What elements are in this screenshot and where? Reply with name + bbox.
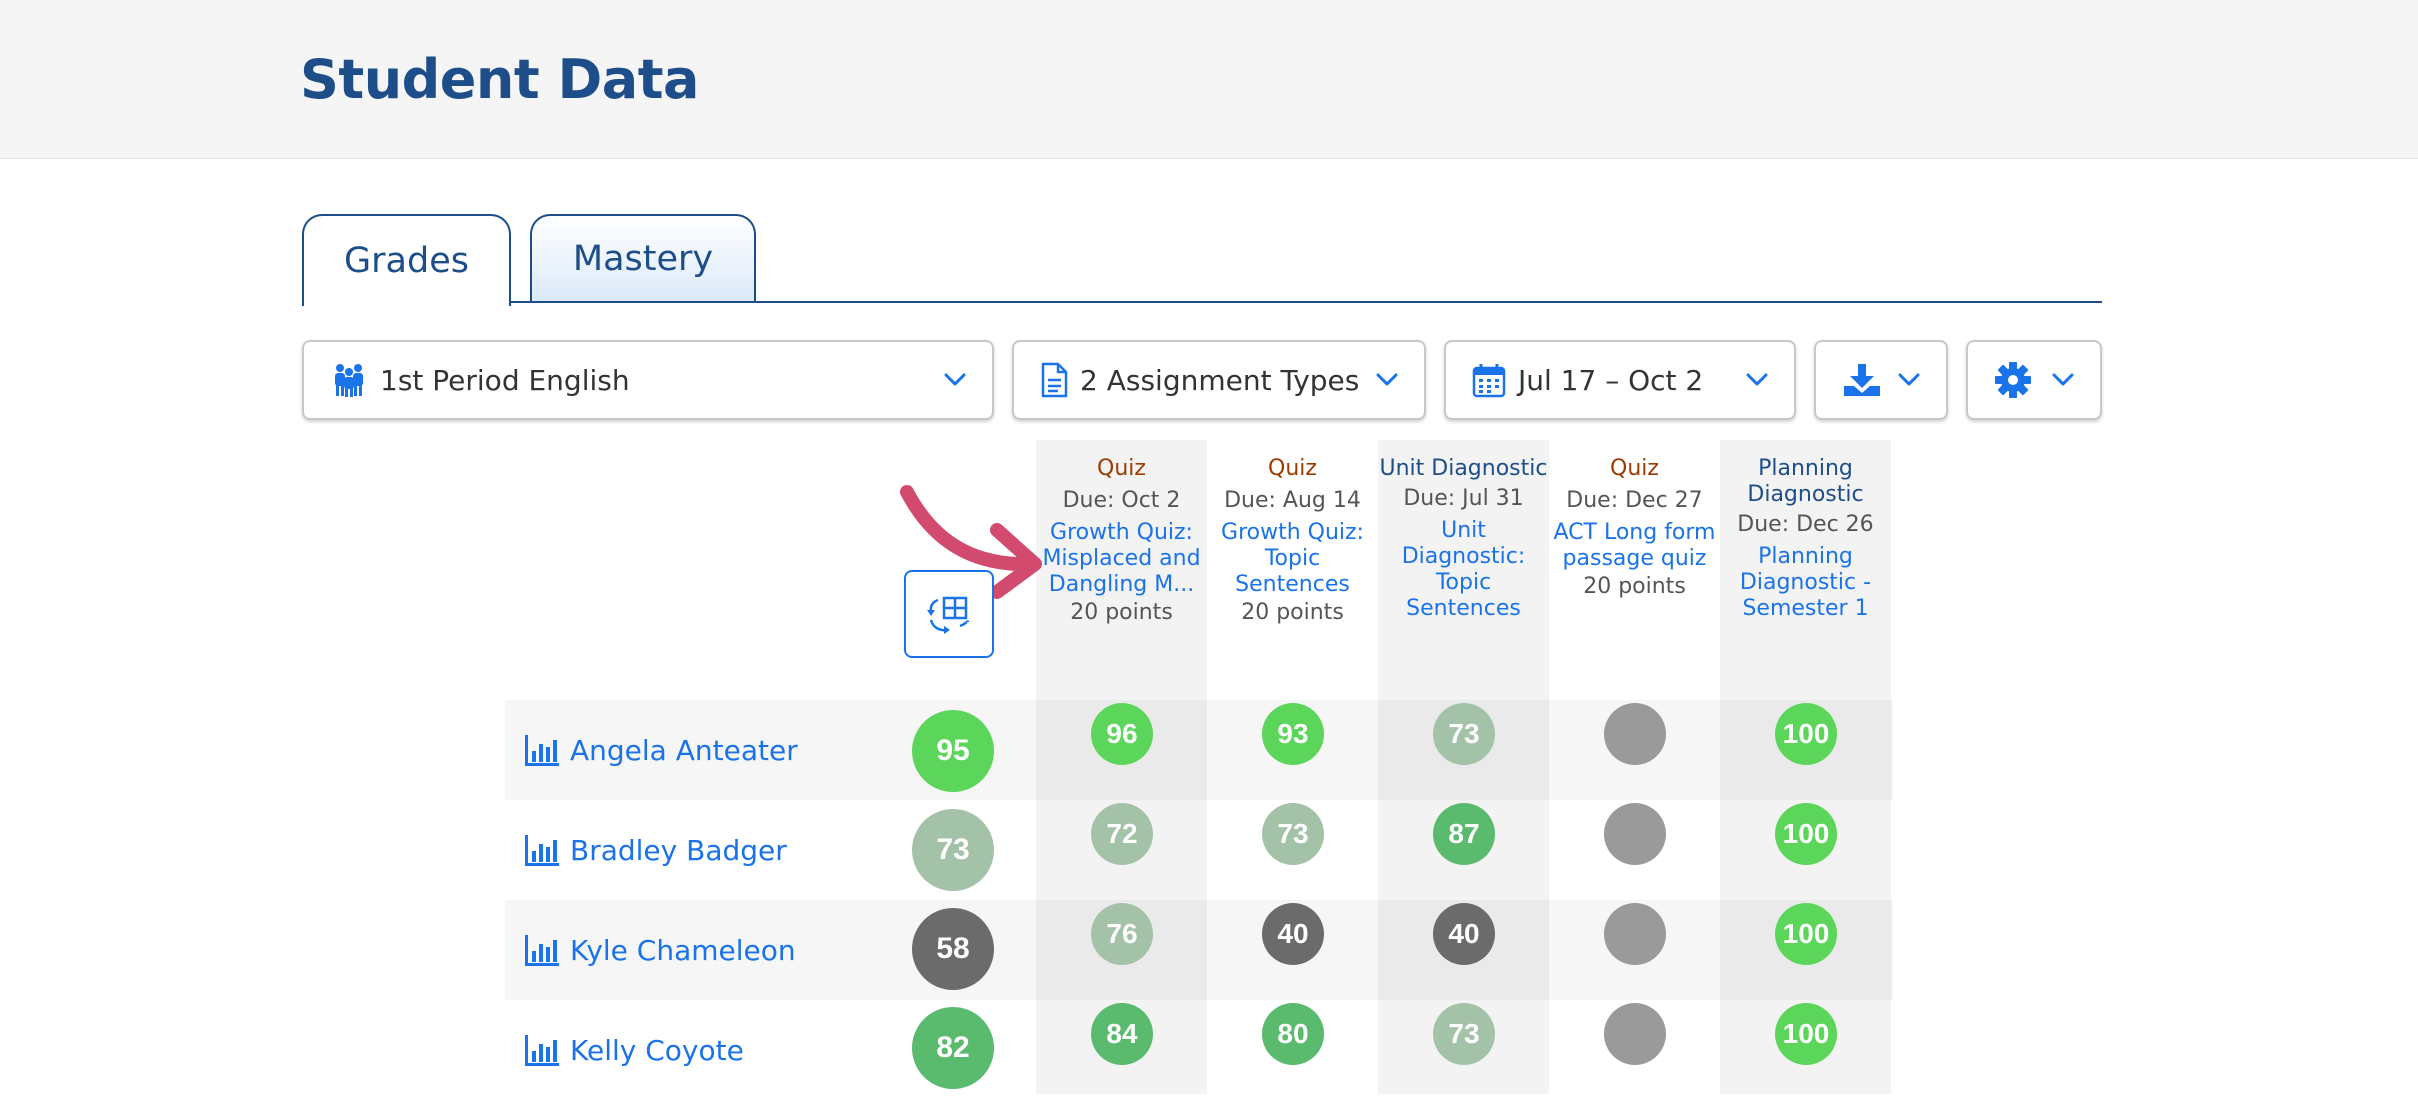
score-cell[interactable]: 40 <box>1433 903 1495 965</box>
student-name: Bradley Badger <box>570 833 787 867</box>
score-cell[interactable]: 40 <box>1262 903 1324 965</box>
chevron-down-icon <box>1376 373 1398 387</box>
assignment-link[interactable]: Unit Diagnostic: Topic Sentences <box>1378 518 1549 622</box>
bar-chart-icon <box>525 735 559 766</box>
tab-mastery-label: Mastery <box>572 239 714 279</box>
student-link[interactable]: Angela Anteater <box>524 700 798 800</box>
score-cell[interactable]: 73 <box>1262 803 1324 865</box>
assignment-type: Quiz <box>1097 456 1146 481</box>
assignment-types-label: 2 Assignment Types <box>1080 363 1360 397</box>
document-icon <box>1040 362 1068 398</box>
assignment-type: Unit Diagnostic <box>1379 456 1548 481</box>
overall-score[interactable]: 95 <box>912 710 994 792</box>
score-cell[interactable]: 72 <box>1091 803 1153 865</box>
score-cell[interactable]: 93 <box>1262 703 1324 765</box>
chevron-down-icon <box>944 373 966 387</box>
gear-icon <box>1994 361 2032 399</box>
score-cell[interactable]: 87 <box>1433 803 1495 865</box>
assignment-link[interactable]: Planning Diagnostic - Semester 1 <box>1720 544 1891 622</box>
assignment-due: Due: Dec 26 <box>1737 512 1874 537</box>
assignment-link[interactable]: Growth Quiz: Topic Sentences <box>1207 520 1378 598</box>
overall-score[interactable]: 82 <box>912 1007 994 1089</box>
student-link[interactable]: Kyle Chameleon <box>524 900 796 1000</box>
overall-score[interactable]: 58 <box>912 908 994 990</box>
student-name: Kelly Coyote <box>570 1033 744 1067</box>
assignment-type: Quiz <box>1610 456 1659 481</box>
assignment-due: Due: Dec 27 <box>1566 488 1703 513</box>
class-select[interactable]: 1st Period English <box>302 340 994 420</box>
chevron-down-icon <box>1898 373 1920 387</box>
download-menu-button[interactable] <box>1814 340 1948 420</box>
student-link[interactable]: Bradley Badger <box>524 800 787 900</box>
assignment-points: 20 points <box>1583 574 1686 599</box>
page-title: Student Data <box>300 48 700 111</box>
people-icon <box>330 363 368 397</box>
class-select-label: 1st Period English <box>380 363 630 397</box>
score-cell[interactable]: 96 <box>1091 703 1153 765</box>
score-cell[interactable]: 80 <box>1262 1003 1324 1065</box>
assignment-due: Due: Aug 14 <box>1224 488 1361 513</box>
assignment-type: Planning Diagnostic <box>1747 456 1864 507</box>
tab-mastery[interactable]: Mastery <box>530 214 756 302</box>
score-cell[interactable]: 100 <box>1775 703 1837 765</box>
score-cell[interactable]: 100 <box>1775 803 1837 865</box>
assignment-header: Unit Diagnostic Due: Jul 31 Unit Diagnos… <box>1378 440 1549 624</box>
score-cell[interactable]: 100 <box>1775 1003 1837 1065</box>
tab-divider <box>302 301 2102 303</box>
calendar-icon <box>1472 362 1506 398</box>
assignment-link[interactable]: Growth Quiz: Misplaced and Dangling M... <box>1036 520 1207 598</box>
assignment-points: 20 points <box>1070 600 1173 625</box>
score-cell[interactable]: 76 <box>1091 903 1153 965</box>
score-cell-empty[interactable] <box>1604 1003 1666 1065</box>
chevron-down-icon <box>2052 373 2074 387</box>
bar-chart-icon <box>525 835 559 866</box>
date-range-select[interactable]: Jul 17 – Oct 2 <box>1444 340 1796 420</box>
assignment-due: Due: Jul 31 <box>1403 486 1524 511</box>
download-icon <box>1842 362 1882 398</box>
swap-table-icon <box>927 596 970 634</box>
bar-chart-icon <box>525 1035 559 1066</box>
score-cell[interactable]: 73 <box>1433 703 1495 765</box>
score-cell[interactable]: 84 <box>1091 1003 1153 1065</box>
score-cell[interactable]: 73 <box>1433 1003 1495 1065</box>
student-link[interactable]: Kelly Coyote <box>524 1000 744 1100</box>
assignment-type: Quiz <box>1268 456 1317 481</box>
swap-axes-button[interactable] <box>904 570 994 658</box>
assignment-points: 20 points <box>1241 600 1344 625</box>
score-cell-empty[interactable] <box>1604 903 1666 965</box>
score-cell[interactable]: 100 <box>1775 903 1837 965</box>
student-name: Angela Anteater <box>570 733 798 767</box>
overall-score[interactable]: 73 <box>912 809 994 891</box>
assignment-header: Planning Diagnostic Due: Dec 26 Planning… <box>1720 440 1891 624</box>
score-cell-empty[interactable] <box>1604 703 1666 765</box>
assignment-header: Quiz Due: Oct 2 Growth Quiz: Misplaced a… <box>1036 440 1207 626</box>
score-cell-empty[interactable] <box>1604 803 1666 865</box>
assignment-link[interactable]: ACT Long form passage quiz <box>1549 520 1720 572</box>
tab-grades[interactable]: Grades <box>302 214 511 306</box>
date-range-label: Jul 17 – Oct 2 <box>1518 363 1704 397</box>
tab-grades-label: Grades <box>344 241 469 281</box>
assignment-header: Quiz Due: Aug 14 Growth Quiz: Topic Sent… <box>1207 440 1378 626</box>
settings-menu-button[interactable] <box>1966 340 2102 420</box>
student-name: Kyle Chameleon <box>570 933 796 967</box>
assignment-header: Quiz Due: Dec 27 ACT Long form passage q… <box>1549 440 1720 600</box>
assignment-types-select[interactable]: 2 Assignment Types <box>1012 340 1426 420</box>
bar-chart-icon <box>525 935 559 966</box>
chevron-down-icon <box>1746 373 1768 387</box>
page-header: Student Data <box>0 0 2418 159</box>
assignment-due: Due: Oct 2 <box>1062 488 1181 513</box>
